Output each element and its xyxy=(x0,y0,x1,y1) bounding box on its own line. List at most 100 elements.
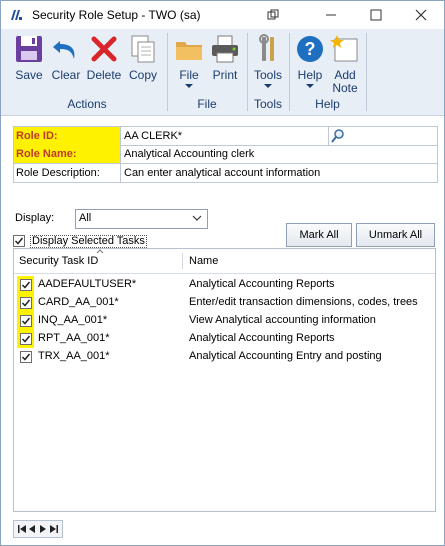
folder-icon xyxy=(176,42,202,60)
close-icon xyxy=(415,9,427,21)
table-row[interactable]: INQ_AA_001* View Analytical accounting in… xyxy=(14,312,435,330)
sort-ascending-icon xyxy=(96,249,104,254)
add-note-label: Add Note xyxy=(321,69,369,95)
tools-menu-button[interactable]: Tools xyxy=(248,31,288,97)
checkmark-icon xyxy=(21,317,31,325)
delete-icon xyxy=(91,36,117,62)
svg-text:?: ? xyxy=(305,39,316,59)
role-name-input[interactable]: Analytical Accounting clerk xyxy=(120,145,437,163)
tools-label: Tools xyxy=(253,68,282,82)
file-menu-button[interactable]: File xyxy=(169,31,209,97)
app-icon xyxy=(9,8,23,22)
role-description-input[interactable]: Can enter analytical account information xyxy=(120,164,437,182)
checkmark-icon xyxy=(21,335,31,343)
security-task-id-cell: INQ_AA_001* xyxy=(38,314,108,326)
ribbon-toolbar: Save Clear Delete Copy Actions File Prin… xyxy=(1,29,444,116)
restore-icon xyxy=(267,9,279,20)
security-task-id-cell: RPT_AA_001* xyxy=(38,332,110,344)
help-dropdown-arrow-icon xyxy=(306,84,314,88)
display-label: Display: xyxy=(15,212,55,224)
printer-icon xyxy=(212,35,238,63)
checkmark-icon xyxy=(21,299,31,307)
previous-record-icon[interactable] xyxy=(29,525,35,533)
first-record-icon[interactable] xyxy=(18,525,26,533)
security-tasks-grid: Security Task ID Name AADEFAULTUSER* Anal… xyxy=(13,248,436,512)
table-row[interactable]: CARD_AA_001* Enter/edit transaction dimen… xyxy=(14,294,435,312)
add-note-icon xyxy=(330,35,358,62)
task-checkbox[interactable] xyxy=(20,297,32,309)
unmark-all-button[interactable]: Unmark All xyxy=(356,223,435,247)
record-navigation xyxy=(13,520,63,538)
save-icon xyxy=(16,36,42,62)
copy-button[interactable]: Copy xyxy=(123,31,163,97)
file-group-label: File xyxy=(197,97,217,111)
lookup-magnifier-icon xyxy=(331,129,344,143)
display-dropdown[interactable]: All xyxy=(75,209,208,229)
file-dropdown-arrow-icon xyxy=(185,84,193,88)
role-id-label: Role ID: xyxy=(14,127,121,145)
tools-group-label: Tools xyxy=(253,97,282,111)
task-checkbox[interactable] xyxy=(20,315,32,327)
actions-group-label: Actions xyxy=(67,97,107,111)
checkmark-icon xyxy=(14,237,24,245)
checkmark-icon xyxy=(21,281,31,289)
undo-icon xyxy=(53,41,75,59)
display-selected-tasks-checkbox[interactable] xyxy=(13,235,25,247)
column-header-name[interactable]: Name xyxy=(189,255,218,267)
task-checkbox[interactable] xyxy=(20,351,32,363)
maximize-button[interactable] xyxy=(354,1,398,29)
task-name-cell: Analytical Accounting Reports xyxy=(189,278,335,290)
table-row[interactable]: AADEFAULTUSER* Analytical Accounting Repo… xyxy=(14,276,435,294)
task-name-cell: Analytical Accounting Reports xyxy=(189,332,335,344)
table-row[interactable]: TRX_AA_001* Analytical Accounting Entry a… xyxy=(14,348,435,366)
security-task-id-cell: AADEFAULTUSER* xyxy=(38,278,137,290)
title-bar: Security Role Setup - TWO (sa) xyxy=(1,1,444,29)
maximize-icon xyxy=(370,9,382,21)
save-button[interactable]: Save xyxy=(9,31,49,97)
next-record-icon[interactable] xyxy=(40,525,46,533)
security-task-id-cell: CARD_AA_001* xyxy=(38,296,119,308)
task-name-cell: Enter/edit transaction dimensions, codes… xyxy=(189,296,418,308)
security-task-id-cell: TRX_AA_001* xyxy=(38,350,110,362)
display-selected-value: All xyxy=(79,212,92,224)
mark-all-button[interactable]: Mark All xyxy=(286,223,352,247)
form-body: Role ID: AA CLERK* Role Name: Analytical… xyxy=(1,116,444,545)
help-group-label: Help xyxy=(315,97,340,111)
copy-label: Copy xyxy=(128,68,157,82)
last-record-icon[interactable] xyxy=(50,525,58,533)
column-separator xyxy=(182,253,183,269)
role-name-label: Role Name: xyxy=(14,145,121,163)
role-description-label: Role Description: xyxy=(14,164,121,182)
chevron-down-icon xyxy=(192,215,202,221)
print-button[interactable]: Print xyxy=(205,31,245,97)
role-name-row: Role Name: Analytical Accounting clerk xyxy=(13,145,438,164)
task-name-cell: Analytical Accounting Entry and posting xyxy=(189,350,382,362)
column-header-security-task-id[interactable]: Security Task ID xyxy=(19,255,98,267)
window-title: Security Role Setup - TWO (sa) xyxy=(32,8,201,22)
role-id-lookup-button[interactable] xyxy=(328,127,347,145)
task-checkbox[interactable] xyxy=(20,279,32,291)
tools-dropdown-arrow-icon xyxy=(264,84,272,88)
copy-icon xyxy=(131,35,155,63)
minimize-icon xyxy=(326,14,336,16)
help-icon: ? xyxy=(297,36,323,62)
security-role-setup-window: Security Role Setup - TWO (sa) Save Clea… xyxy=(0,0,445,546)
table-row[interactable]: RPT_AA_001* Analytical Accounting Reports xyxy=(14,330,435,348)
role-id-row: Role ID: AA CLERK* xyxy=(13,126,438,146)
close-button[interactable] xyxy=(399,1,443,29)
checkmark-icon xyxy=(21,353,31,361)
task-name-cell: View Analytical accounting information xyxy=(189,314,376,326)
role-description-row: Role Description: Can enter analytical a… xyxy=(13,164,438,183)
restore-window-button[interactable] xyxy=(251,1,295,29)
print-label: Print xyxy=(212,68,238,82)
delete-button[interactable]: Delete xyxy=(84,31,124,97)
role-id-input[interactable]: AA CLERK* xyxy=(120,127,329,145)
add-note-label-line2: Note xyxy=(332,81,358,95)
grid-header: Security Task ID Name xyxy=(14,249,435,274)
ribbon-separator xyxy=(366,33,367,111)
display-selected-tasks-label: Display Selected Tasks xyxy=(30,235,147,248)
minimize-button[interactable] xyxy=(309,1,353,29)
add-note-button[interactable]: Add Note xyxy=(325,31,365,97)
clear-button[interactable]: Clear xyxy=(46,31,86,97)
task-checkbox[interactable] xyxy=(20,333,32,345)
